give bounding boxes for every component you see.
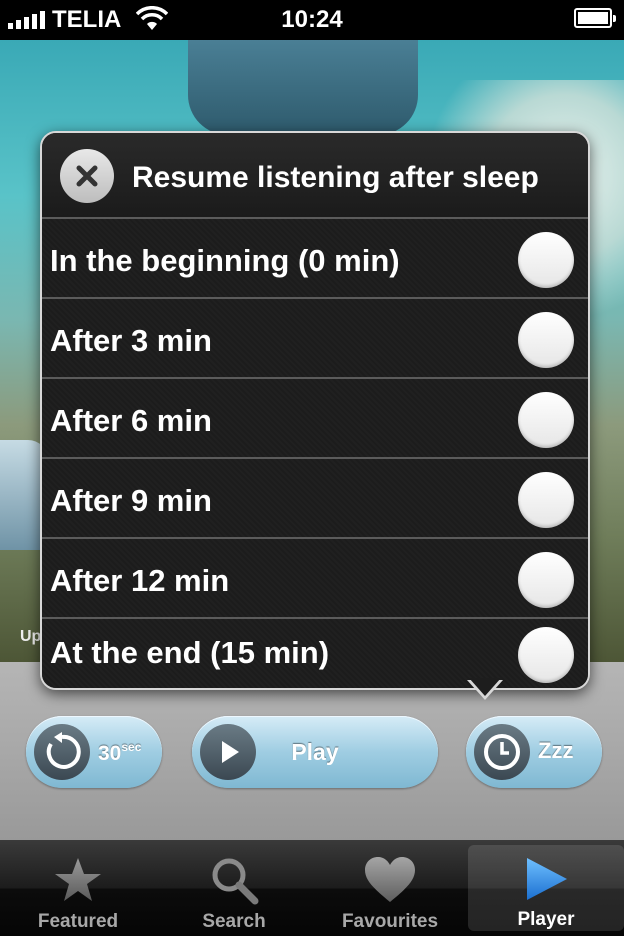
clock-icon bbox=[474, 724, 530, 780]
tab-search[interactable]: Search bbox=[156, 840, 312, 936]
radio-button[interactable] bbox=[518, 552, 574, 608]
play-triangle-icon bbox=[521, 854, 571, 904]
tab-label: Player bbox=[517, 909, 575, 930]
tab-bar: Featured Search Favourites Player bbox=[0, 840, 624, 936]
artwork-text: Up bbox=[20, 628, 42, 645]
tab-player[interactable]: Player bbox=[468, 845, 624, 931]
star-icon bbox=[53, 854, 103, 906]
sleep-label: Zzz bbox=[538, 738, 574, 763]
option-after-9-min[interactable]: After 9 min bbox=[42, 459, 588, 539]
option-label: After 12 min bbox=[50, 563, 230, 598]
battery-icon bbox=[574, 8, 616, 28]
option-at-the-end[interactable]: At the end (15 min) bbox=[42, 619, 588, 688]
heart-icon bbox=[363, 854, 417, 906]
option-label: In the beginning (0 min) bbox=[50, 243, 400, 278]
option-after-3-min[interactable]: After 3 min bbox=[42, 299, 588, 379]
tab-featured[interactable]: Featured bbox=[0, 840, 156, 936]
popover-arrow bbox=[467, 678, 503, 700]
radio-button[interactable] bbox=[518, 472, 574, 528]
option-beginning[interactable]: In the beginning (0 min) bbox=[42, 219, 588, 299]
tab-label: Favourites bbox=[341, 911, 439, 932]
option-after-6-min[interactable]: After 6 min bbox=[42, 379, 588, 459]
play-label: Play bbox=[291, 739, 339, 765]
magnifier-icon bbox=[209, 854, 259, 906]
option-after-12-min[interactable]: After 12 min bbox=[42, 539, 588, 619]
replay-30-seconds-button[interactable]: 30sec bbox=[26, 716, 162, 788]
tab-label: Featured bbox=[37, 911, 119, 932]
radio-button[interactable] bbox=[518, 312, 574, 368]
popover-title: Resume listening after sleep bbox=[132, 161, 539, 194]
artwork-figure bbox=[188, 40, 418, 135]
close-button[interactable] bbox=[60, 149, 114, 203]
resume-after-sleep-popover: Resume listening after sleep In the begi… bbox=[40, 131, 590, 690]
popover-header: Resume listening after sleep bbox=[42, 133, 588, 219]
close-icon bbox=[76, 165, 98, 187]
tab-favourites[interactable]: Favourites bbox=[312, 840, 468, 936]
tab-label: Search bbox=[202, 911, 266, 932]
radio-button[interactable] bbox=[518, 232, 574, 288]
radio-button[interactable] bbox=[518, 627, 574, 683]
option-label: After 6 min bbox=[50, 403, 212, 438]
option-label: At the end (15 min) bbox=[50, 635, 330, 670]
option-label: After 9 min bbox=[50, 483, 212, 518]
sleep-timer-button[interactable]: Zzz bbox=[466, 716, 602, 788]
option-label: After 3 min bbox=[50, 323, 212, 358]
status-bar: TELIA 10:24 bbox=[0, 0, 624, 40]
status-time: 10:24 bbox=[281, 6, 343, 33]
replay-label: 30sec bbox=[98, 740, 142, 765]
play-button[interactable]: Play bbox=[192, 716, 438, 788]
radio-button[interactable] bbox=[518, 392, 574, 448]
rewind-icon bbox=[34, 724, 90, 780]
